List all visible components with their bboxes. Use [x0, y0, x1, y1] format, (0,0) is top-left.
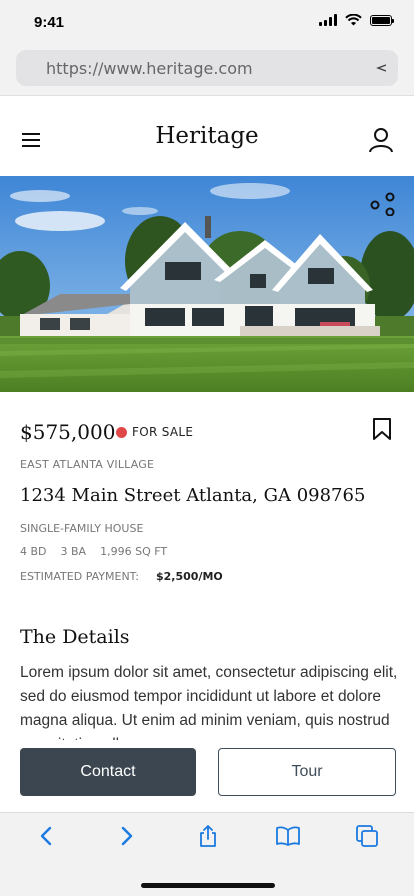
status-bar: 9:41 — [0, 0, 414, 46]
address-bar[interactable]: https://www.heritage.com — [16, 50, 398, 86]
listing-specs: 4 BD 3 BA 1,996 SQ FT — [20, 545, 167, 558]
tour-button[interactable]: Tour — [218, 748, 396, 796]
estimated-payment-value: $2,500/MO — [156, 570, 223, 583]
neighborhood: EAST ATLANTA VILLAGE — [20, 458, 155, 471]
browser-toolbar — [0, 812, 414, 896]
house-photo — [0, 176, 414, 392]
wifi-icon — [345, 14, 362, 26]
listing-price: $575,000 — [20, 420, 116, 444]
details-body: Lorem ipsum dolor sit amet, consectetur … — [20, 664, 398, 747]
beds: 4 BD — [20, 545, 47, 558]
share-sheet-icon[interactable] — [195, 823, 221, 849]
status-badge: FOR SALE — [132, 425, 194, 439]
status-time: 9:41 — [34, 14, 65, 31]
details-heading: The Details — [20, 626, 130, 648]
square-feet: 1,996 SQ FT — [100, 545, 168, 558]
book-icon[interactable] — [275, 823, 301, 849]
url-text: https://www.heritage.com — [46, 59, 253, 78]
home-indicator — [141, 883, 275, 888]
status-dot — [116, 427, 127, 438]
brand-title: Heritage — [155, 123, 259, 149]
browser-address-area: https://www.heritage.com — [0, 46, 414, 96]
status-icons — [319, 14, 394, 26]
share-icon[interactable] — [370, 192, 396, 221]
tabs-icon[interactable] — [354, 823, 380, 849]
baths: 3 BA — [60, 545, 87, 558]
app-header: Heritage — [0, 97, 414, 176]
estimated-payment-label: ESTIMATED PAYMENT: — [20, 570, 139, 583]
chevron-right-icon[interactable] — [114, 823, 140, 849]
listing-address: 1234 Main Street Atlanta, GA 098765 — [20, 485, 366, 506]
contact-button[interactable]: Contact — [20, 748, 196, 796]
listing-photo[interactable] — [0, 176, 414, 392]
bookmark-icon[interactable] — [372, 417, 392, 446]
cellular-signal-icon — [319, 14, 337, 26]
reload-icon[interactable] — [376, 60, 388, 76]
user-icon[interactable] — [368, 127, 394, 158]
home-type: SINGLE-FAMILY HOUSE — [20, 522, 144, 535]
chevron-left-icon[interactable] — [33, 823, 59, 849]
battery-icon — [370, 14, 394, 26]
action-bar: Contact Tour — [0, 740, 414, 812]
